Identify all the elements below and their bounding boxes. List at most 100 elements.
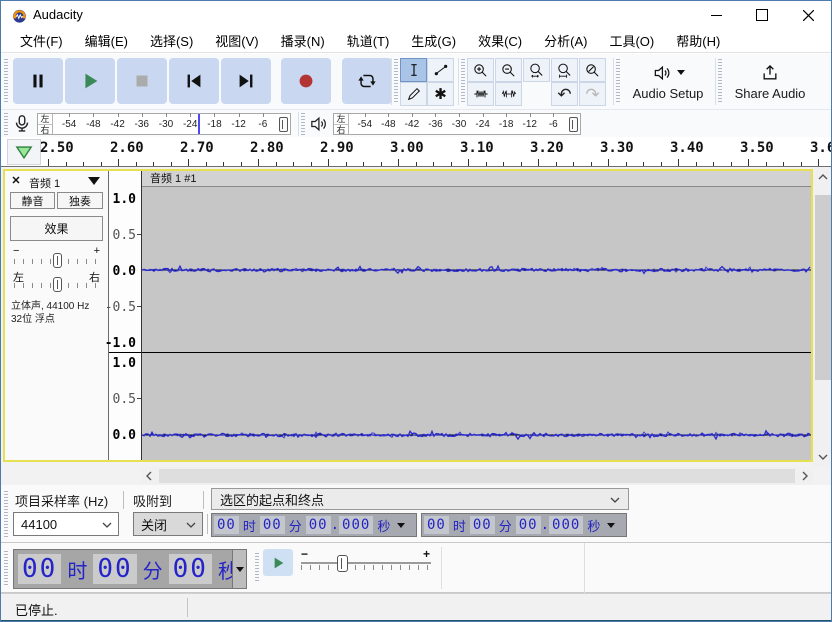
time-format-dropdown[interactable] — [232, 550, 246, 588]
scroll-down-arrow[interactable] — [815, 449, 831, 465]
menu-edit[interactable]: 编辑(E) — [74, 28, 139, 53]
menu-tools[interactable]: 工具(O) — [598, 28, 665, 53]
menu-analyze[interactable]: 分析(A) — [533, 28, 598, 53]
transport-toolbar-grip[interactable] — [4, 59, 8, 104]
share-audio-button[interactable]: Share Audio — [725, 58, 815, 105]
speed-slider-track[interactable] — [301, 562, 431, 564]
play-at-speed-grip[interactable] — [255, 553, 259, 583]
selection-tool-button[interactable] — [400, 58, 427, 82]
vertical-scrollbar[interactable] — [813, 167, 832, 467]
speed-slider-handle[interactable] — [337, 555, 348, 572]
zoom-in-button[interactable] — [467, 58, 494, 82]
start-minutes[interactable]: 00 — [260, 516, 285, 534]
pause-button[interactable] — [13, 58, 63, 104]
play-at-speed-button[interactable] — [263, 549, 293, 576]
track-name[interactable]: 音频 1 — [29, 175, 60, 191]
track-menu-chevron-icon[interactable] — [88, 177, 100, 185]
end-hours[interactable]: 00 — [424, 516, 449, 534]
record-meter-grip[interactable] — [4, 113, 8, 135]
scroll-left-arrow[interactable] — [141, 468, 157, 484]
audio-setup-button[interactable]: Audio Setup — [623, 58, 713, 105]
selection-range-dropdown[interactable]: 选区的起点和终点 — [211, 488, 629, 510]
time-toolbar-grip[interactable] — [4, 551, 8, 587]
menu-generate[interactable]: 生成(G) — [400, 28, 467, 53]
end-seconds[interactable]: 00 — [516, 516, 541, 534]
skip-to-start-button[interactable] — [169, 58, 219, 104]
maximize-button[interactable] — [739, 1, 785, 29]
menu-tracks[interactable]: 轨道(T) — [336, 28, 401, 53]
selection-start-time-field[interactable]: 00 时 00 分 00 . 000 秒 — [211, 513, 417, 537]
menu-file[interactable]: 文件(F) — [9, 28, 74, 53]
menu-effect[interactable]: 效果(C) — [467, 28, 533, 53]
start-seconds[interactable]: 00 — [306, 516, 331, 534]
undo-button[interactable]: ↶ — [551, 82, 578, 106]
end-minutes[interactable]: 00 — [470, 516, 495, 534]
zoom-toggle-button[interactable] — [579, 58, 606, 82]
project-rate-combo[interactable]: 44100 — [13, 512, 119, 536]
fit-selection-button[interactable] — [523, 58, 550, 82]
zoom-out-button[interactable] — [495, 58, 522, 82]
solo-button[interactable]: 独奏 — [57, 192, 103, 209]
timeline-ruler[interactable]: 2.50 2.60 2.70 2.80 2.90 3.00 3.10 3.20 … — [1, 137, 831, 167]
ruler-label: 0.5 — [113, 392, 136, 407]
time-format-chevron-icon[interactable] — [607, 523, 615, 528]
horizontal-scrollbar-thumb[interactable] — [159, 469, 795, 483]
snap-combo[interactable]: 关闭 — [133, 512, 203, 536]
recording-meter-handle[interactable] — [279, 117, 288, 132]
menu-view[interactable]: 视图(V) — [204, 28, 269, 53]
redo-button[interactable]: ↷ — [579, 82, 606, 106]
position-seconds[interactable]: 00 — [169, 554, 212, 584]
envelope-tool-button[interactable] — [427, 58, 454, 82]
pinned-play-head-button[interactable] — [7, 139, 41, 165]
silence-audio-button[interactable] — [495, 82, 522, 106]
menu-transport[interactable]: 播录(N) — [270, 28, 336, 53]
vertical-scrollbar-thumb[interactable] — [815, 195, 831, 380]
timeline-tick — [346, 162, 347, 166]
position-minutes[interactable]: 00 — [93, 554, 136, 584]
close-button[interactable] — [785, 1, 831, 29]
play-button[interactable] — [65, 58, 115, 104]
share-toolbar-grip[interactable] — [718, 59, 722, 104]
record-meter-mic-button[interactable] — [11, 113, 33, 140]
time-format-chevron-icon[interactable] — [397, 523, 405, 528]
audio-position-display[interactable]: 00 时 00 分 00 秒 — [13, 549, 247, 589]
playback-meter-speaker-button[interactable] — [308, 114, 329, 139]
trim-audio-button[interactable] — [467, 82, 494, 106]
minimize-button[interactable] — [693, 1, 739, 29]
selection-end-time-field[interactable]: 00 时 00 分 00 . 000 秒 — [421, 513, 627, 537]
waveform-area[interactable]: 音频 1 #1 — [142, 171, 811, 460]
speed-slider-ticks — [301, 565, 431, 570]
gain-slider-handle[interactable] — [53, 253, 62, 268]
position-hours[interactable]: 00 — [18, 554, 61, 584]
stop-button[interactable] — [117, 58, 167, 104]
mute-button[interactable]: 静音 — [10, 192, 55, 209]
menu-select[interactable]: 选择(S) — [139, 28, 204, 53]
multi-tool-button[interactable]: ✱ — [427, 82, 454, 106]
chevron-down-icon — [102, 522, 112, 528]
scroll-right-arrow[interactable] — [797, 468, 813, 484]
clip-header[interactable]: 音频 1 #1 — [142, 171, 811, 187]
selection-toolbar-grip[interactable] — [4, 491, 8, 537]
fit-project-button[interactable] — [551, 58, 578, 82]
pan-slider-handle[interactable] — [53, 277, 62, 292]
menu-help[interactable]: 帮助(H) — [665, 28, 731, 53]
playback-meter[interactable]: 左 右 -54 -48 -42 -36 -30 -24 -18 -12 -6 — [333, 113, 581, 135]
tools-toolbar-grip[interactable] — [394, 59, 398, 104]
audio-setup-toolbar-grip[interactable] — [616, 59, 620, 104]
loop-button[interactable] — [342, 58, 392, 104]
scroll-up-arrow[interactable] — [815, 169, 831, 185]
track-close-button[interactable]: ✕ — [9, 174, 23, 188]
draw-tool-button[interactable] — [400, 82, 427, 106]
vertical-scale-ruler[interactable]: 1.0 0.5 0.0 -0.5 -1.0 1.0 0.5 0.0 — [109, 171, 142, 460]
edit-toolbar-grip[interactable] — [461, 59, 465, 104]
playback-meter-handle[interactable] — [569, 117, 578, 132]
horizontal-scrollbar[interactable] — [141, 467, 813, 485]
skip-to-end-button[interactable] — [221, 58, 271, 104]
record-button[interactable] — [281, 58, 331, 104]
playback-meter-grip[interactable] — [301, 113, 305, 135]
end-millis[interactable]: 000 — [549, 516, 583, 534]
start-millis[interactable]: 000 — [339, 516, 373, 534]
effects-button[interactable]: 效果 — [10, 216, 103, 241]
start-hours[interactable]: 00 — [214, 516, 239, 534]
recording-meter[interactable]: 左 右 -54 -48 -42 -36 -30 -24 -18 -12 -6 — [37, 113, 291, 135]
